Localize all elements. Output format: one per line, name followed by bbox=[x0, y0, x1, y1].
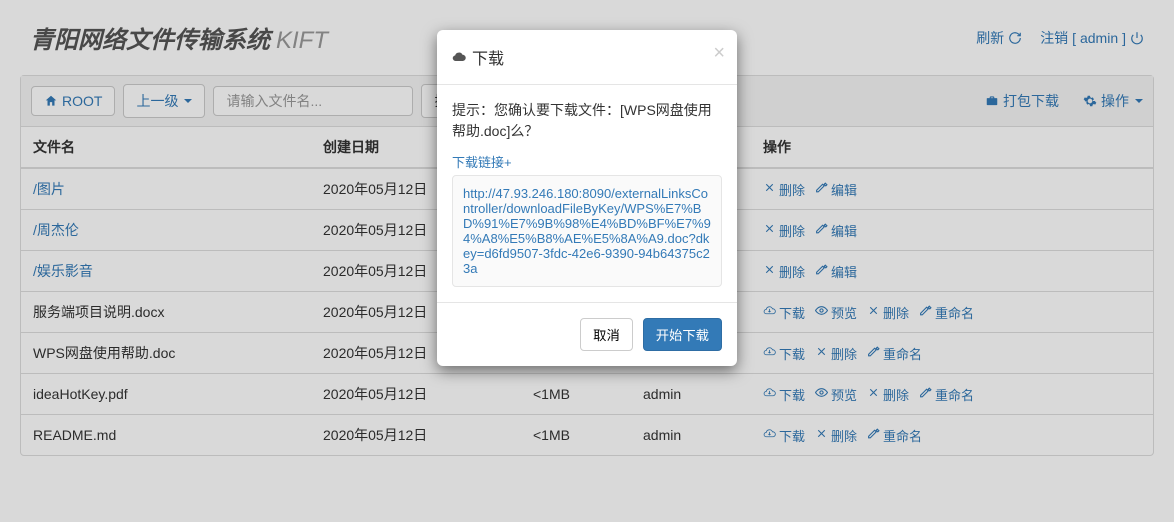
modal-link-label[interactable]: 下载链接+ bbox=[452, 152, 512, 171]
cloud-download-icon bbox=[452, 50, 466, 64]
close-button[interactable]: × bbox=[713, 42, 725, 65]
modal-message: 提示：您确认要下载文件：[WPS网盘使用帮助.doc]么？ bbox=[452, 100, 722, 142]
download-modal: 下载 × 提示：您确认要下载文件：[WPS网盘使用帮助.doc]么？ 下载链接+… bbox=[437, 30, 737, 366]
cancel-button[interactable]: 取消 bbox=[580, 318, 633, 351]
modal-title: 下载 bbox=[472, 45, 504, 69]
confirm-button[interactable]: 开始下载 bbox=[643, 318, 722, 351]
modal-link-box[interactable]: http://47.93.246.180:8090/externalLinksC… bbox=[452, 175, 722, 287]
